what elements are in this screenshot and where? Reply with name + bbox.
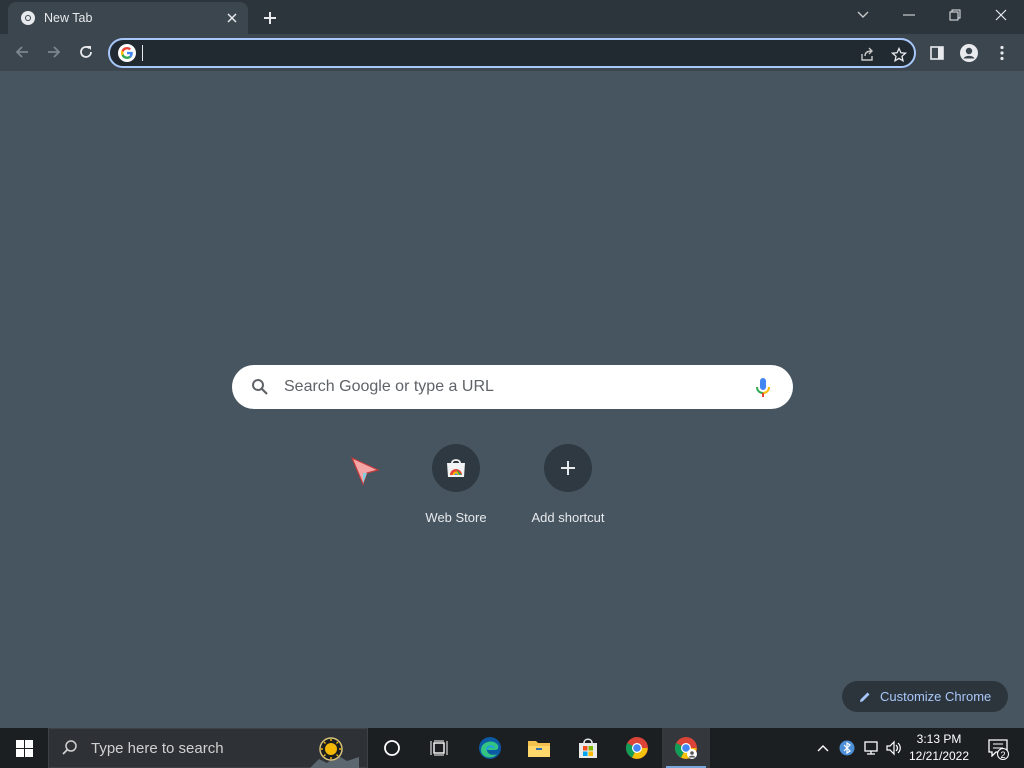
plus-icon xyxy=(264,12,276,24)
tab-strip: New Tab xyxy=(0,0,1024,34)
close-icon xyxy=(995,9,1007,21)
microsoft-store-app[interactable] xyxy=(564,728,612,768)
file-explorer-app[interactable] xyxy=(515,728,563,768)
cortana-icon xyxy=(384,740,400,756)
clock-time: 3:13 PM xyxy=(916,732,962,746)
notifications-button[interactable]: 2 xyxy=(978,728,1018,768)
voice-search-icon[interactable] xyxy=(752,376,774,405)
three-dots-vertical-icon xyxy=(1000,45,1004,61)
task-view-icon xyxy=(430,740,448,756)
minimize-button[interactable] xyxy=(886,0,932,30)
web-store-icon xyxy=(447,459,465,477)
tab-title: New Tab xyxy=(44,11,93,25)
bluetooth-icon[interactable] xyxy=(837,738,857,758)
reload-icon xyxy=(80,46,92,58)
reload-button[interactable] xyxy=(71,37,101,67)
shortcut-label: Add shortcut xyxy=(531,510,605,525)
task-view-button[interactable] xyxy=(416,728,464,768)
menu-button[interactable] xyxy=(987,38,1017,68)
customize-chrome-label: Customize Chrome xyxy=(880,689,992,704)
profile-avatar-icon xyxy=(960,44,978,62)
weather-icon[interactable] xyxy=(309,729,359,768)
mouse-pointer-icon xyxy=(350,456,382,491)
chrome-icon xyxy=(20,10,36,26)
shortcut-web-store[interactable]: Web Store xyxy=(400,440,512,532)
tab-search-button[interactable] xyxy=(840,0,886,30)
ntp-search-box[interactable]: Search Google or type a URL xyxy=(232,365,793,409)
windows-taskbar: Type here to search 3:13 PM 12/21/2022 2 xyxy=(0,728,1024,768)
side-panel-button[interactable] xyxy=(922,38,952,68)
side-panel-icon xyxy=(930,46,944,60)
pencil-icon xyxy=(860,692,870,702)
shortcut-add[interactable]: Add shortcut xyxy=(512,440,624,532)
store-bag-icon xyxy=(579,738,597,758)
network-icon[interactable] xyxy=(861,738,881,758)
shortcut-label: Web Store xyxy=(425,510,487,525)
close-window-button[interactable] xyxy=(978,0,1024,30)
new-tab-button[interactable] xyxy=(258,6,282,30)
volume-icon[interactable] xyxy=(884,738,904,758)
share-icon[interactable] xyxy=(856,44,878,66)
start-button[interactable] xyxy=(0,728,48,768)
google-g-icon xyxy=(118,44,136,62)
arrow-right-icon xyxy=(48,46,61,58)
star-icon[interactable] xyxy=(888,44,910,66)
chrome-app[interactable] xyxy=(613,728,661,768)
address-bar[interactable] xyxy=(108,38,916,68)
profile-button[interactable] xyxy=(954,38,984,68)
search-icon xyxy=(250,377,270,397)
add-shortcut-tile xyxy=(544,444,592,492)
chrome-profile-app[interactable] xyxy=(662,728,710,768)
web-store-tile xyxy=(432,444,480,492)
ntp-search-placeholder: Search Google or type a URL xyxy=(284,378,494,395)
address-input[interactable] xyxy=(151,42,914,64)
arrow-left-icon xyxy=(15,46,28,58)
taskbar-clock[interactable]: 3:13 PM 12/21/2022 xyxy=(904,731,974,765)
text-caret xyxy=(142,45,143,61)
chrome-icon xyxy=(625,737,648,759)
forward-button[interactable] xyxy=(39,37,69,67)
chevron-down-icon xyxy=(857,11,869,18)
restore-button[interactable] xyxy=(932,0,978,30)
tab-new-tab[interactable]: New Tab xyxy=(8,2,248,34)
edge-icon xyxy=(479,737,501,759)
chrome-profile-icon xyxy=(674,737,697,759)
minimize-icon xyxy=(903,14,915,16)
browser-toolbar xyxy=(0,34,1024,72)
chevron-up-icon[interactable] xyxy=(813,738,833,758)
folder-icon xyxy=(528,741,550,757)
notification-count: 2 xyxy=(997,748,1009,760)
taskbar-search-placeholder: Type here to search xyxy=(91,739,224,757)
back-button[interactable] xyxy=(7,37,37,67)
plus-icon xyxy=(561,461,575,475)
taskbar-search-box[interactable]: Type here to search xyxy=(48,728,368,768)
close-tab-icon[interactable] xyxy=(222,8,242,28)
search-icon xyxy=(62,740,77,755)
windows-logo-icon xyxy=(15,739,33,757)
cortana-button[interactable] xyxy=(368,728,416,768)
edge-app[interactable] xyxy=(466,728,514,768)
clock-date: 12/21/2022 xyxy=(908,749,970,763)
restore-icon xyxy=(949,9,961,21)
customize-chrome-button[interactable]: Customize Chrome xyxy=(842,681,1008,712)
